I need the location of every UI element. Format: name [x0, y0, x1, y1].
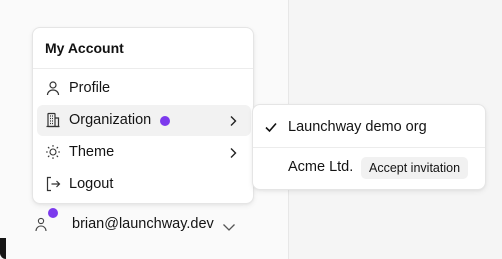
check-icon [264, 120, 278, 134]
menu-item-label: Profile [69, 80, 111, 96]
org-name: Launchway demo org [288, 119, 427, 135]
user-icon [45, 80, 61, 96]
chevron-down-icon [222, 220, 236, 232]
notification-dot [48, 208, 58, 218]
user-email: brian@launchway.dev [72, 216, 214, 232]
menu-title: My Account [45, 40, 124, 56]
account-menu: My Account Profile Organization Theme Lo… [32, 27, 254, 204]
org-name: Acme Ltd. [288, 159, 354, 175]
org-item-launchway[interactable]: Launchway demo org [257, 109, 481, 143]
menu-item-label: Theme [69, 144, 115, 160]
menu-item-logout[interactable]: Logout [37, 169, 251, 200]
notification-dot [160, 116, 170, 126]
building-icon [45, 112, 61, 128]
organization-submenu: Launchway demo org Acme Ltd. Accept invi… [252, 104, 486, 190]
menu-item-profile[interactable]: Profile [37, 73, 251, 104]
chevron-right-icon [227, 146, 239, 158]
window-corner [0, 238, 6, 259]
menu-divider [33, 68, 253, 69]
menu-item-theme[interactable]: Theme [37, 137, 251, 168]
accept-invitation-button[interactable]: Accept invitation [361, 157, 469, 179]
chevron-right-icon [227, 114, 239, 126]
sun-icon [45, 144, 61, 160]
menu-item-label: Logout [69, 176, 114, 192]
logout-icon [45, 176, 61, 192]
menu-item-label: Organization [69, 112, 152, 128]
menu-item-organization[interactable]: Organization [37, 105, 251, 136]
user-account-trigger[interactable]: brian@launchway.dev [28, 208, 248, 240]
org-item-acme: Acme Ltd. Accept invitation [253, 148, 485, 188]
